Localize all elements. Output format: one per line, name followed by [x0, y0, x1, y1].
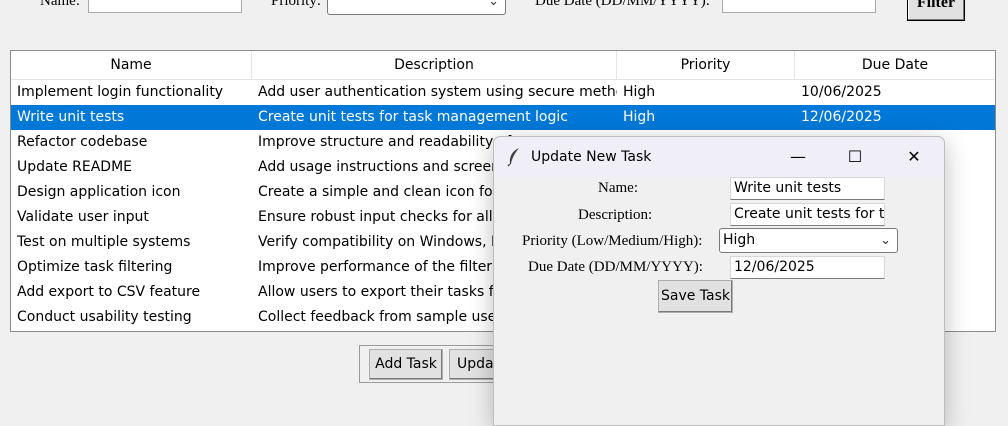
dialog-priority-value: High	[723, 232, 756, 248]
table-cell-name: Design application icon	[17, 184, 181, 200]
filter-priority-label: Priority:	[271, 0, 322, 9]
table-cell-name: Conduct usability testing	[17, 309, 192, 325]
table-cell-name: Write unit tests	[17, 109, 125, 125]
filter-priority-select[interactable]: ⌄	[327, 0, 506, 15]
dialog-title: Update New Task	[531, 149, 652, 165]
dialog-description-input[interactable]: Create unit tests for tas	[730, 203, 885, 226]
chevron-down-icon: ⌄	[880, 233, 891, 248]
filter-due-date-label: Due Date (DD/MM/YYYY):	[535, 0, 710, 9]
table-cell-priority: High	[623, 109, 656, 125]
minimize-button[interactable]: —	[775, 137, 821, 177]
table-row[interactable]: Implement login functionality Add user au…	[11, 80, 995, 105]
table-cell-name: Test on multiple systems	[17, 234, 191, 250]
dialog-description-label: Description:	[578, 207, 653, 223]
table-cell-name: Update README	[17, 159, 133, 175]
table-row[interactable]: Write unit tests Create unit tests for ta…	[11, 105, 995, 130]
dialog-priority-select[interactable]: High ⌄	[719, 228, 898, 253]
table-cell-name: Optimize task filtering	[17, 259, 173, 275]
update-task-dialog: Update New Task — ☐ ✕ Name: Write unit t…	[493, 136, 945, 426]
table-cell-description: Create unit tests for task management lo…	[258, 109, 568, 125]
table-cell-name: Implement login functionality	[17, 84, 224, 100]
filter-name-label: Name:	[40, 0, 80, 9]
column-header-name[interactable]: Name	[11, 51, 252, 79]
save-task-button[interactable]: Save Task	[658, 280, 733, 313]
dialog-titlebar[interactable]: Update New Task — ☐ ✕	[494, 137, 944, 177]
chevron-down-icon: ⌄	[488, 0, 499, 9]
dialog-due-date-input[interactable]: 12/06/2025	[730, 256, 885, 279]
dialog-due-date-label: Due Date (DD/MM/YYYY):	[528, 259, 703, 275]
table-cell-description: Add user authentication system using sec…	[258, 84, 617, 100]
table-cell-name: Validate user input	[17, 209, 149, 225]
dialog-priority-label: Priority (Low/Medium/High):	[522, 233, 703, 249]
add-task-button[interactable]: Add Task	[369, 349, 443, 380]
filter-due-date-input[interactable]	[722, 0, 876, 13]
table-cell-name: Refactor codebase	[17, 134, 148, 150]
table-cell-name: Add export to CSV feature	[17, 284, 201, 300]
close-button[interactable]: ✕	[891, 137, 937, 177]
table-cell-due: 10/06/2025	[801, 84, 882, 100]
table-cell-due: 12/06/2025	[801, 109, 882, 125]
dialog-name-label: Name:	[598, 180, 638, 196]
maximize-button[interactable]: ☐	[832, 137, 878, 177]
column-header-description[interactable]: Description	[252, 51, 617, 79]
column-header-due-date[interactable]: Due Date	[795, 51, 995, 79]
table-header: Name Description Priority Due Date	[11, 51, 995, 80]
table-cell-priority: High	[623, 84, 656, 100]
filter-name-input[interactable]	[88, 0, 242, 13]
dialog-name-input[interactable]: Write unit tests	[730, 177, 885, 200]
filter-button[interactable]: Filter	[907, 0, 965, 21]
column-header-priority[interactable]: Priority	[617, 51, 795, 79]
feather-icon	[507, 148, 519, 167]
